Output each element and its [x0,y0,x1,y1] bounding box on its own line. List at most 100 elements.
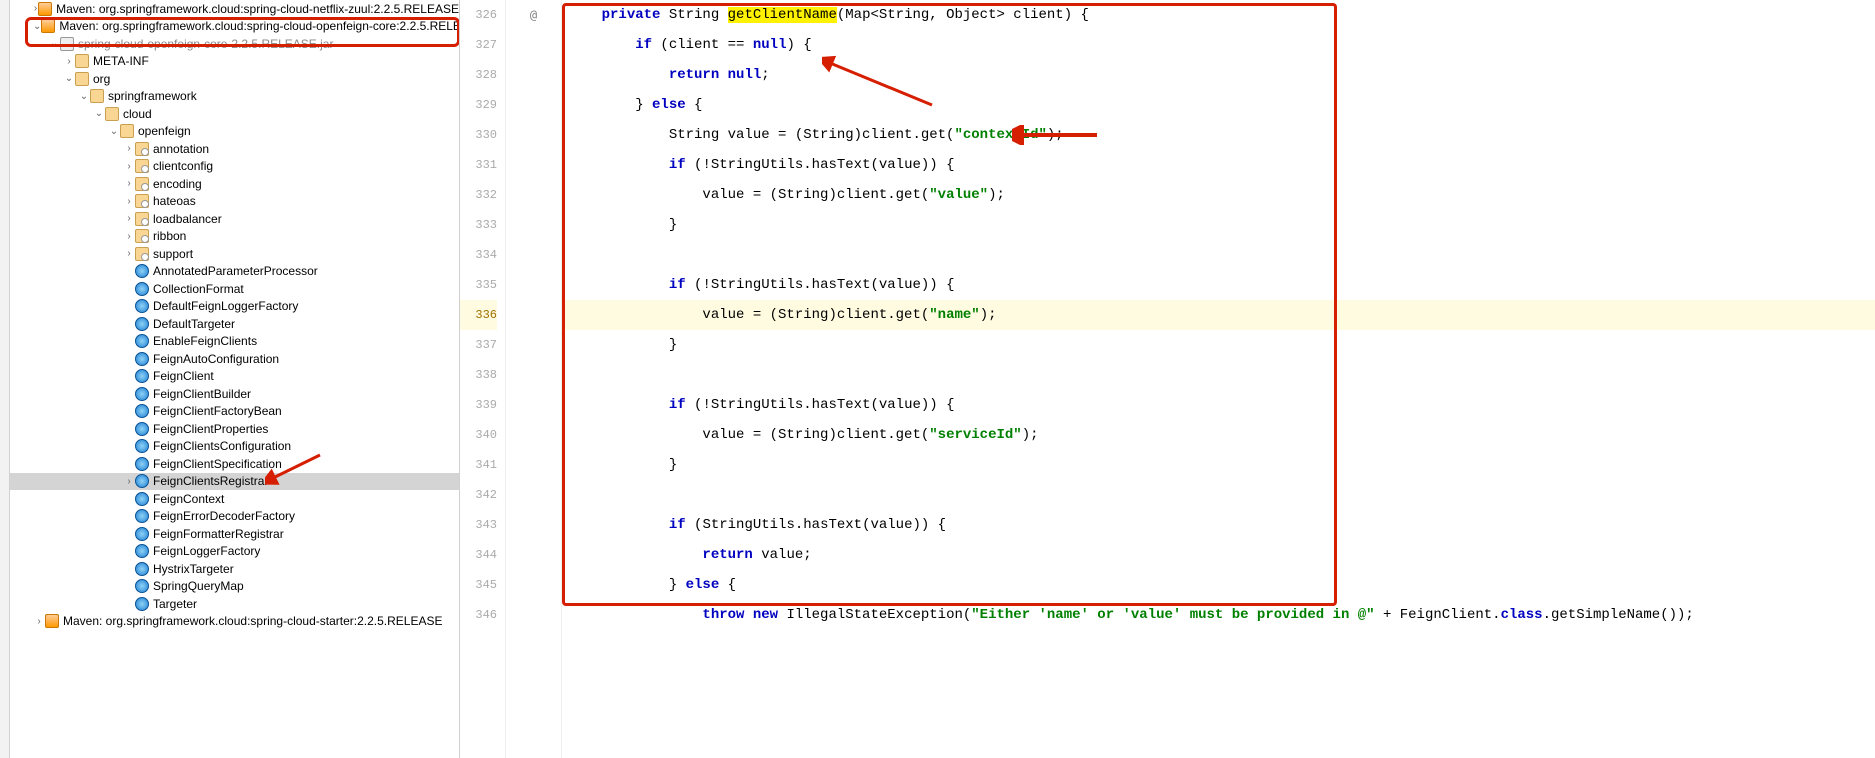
tree-label: encoding [153,177,202,191]
code-line[interactable]: } [562,450,1875,480]
token-plain: } [568,337,677,353]
tree-item-feigncontext[interactable]: FeignContext [10,490,459,508]
tree-item-enablefeignclients[interactable]: EnableFeignClients [10,333,459,351]
tree-item-hystrixtargeter[interactable]: HystrixTargeter [10,560,459,578]
chevron-right-icon[interactable]: › [63,56,75,67]
chevron-down-icon[interactable]: ⌄ [78,91,90,102]
tree-item-meta-inf[interactable]: ›META-INF [10,53,459,71]
code-editor[interactable]: 3263273283293303313323333343353363373383… [460,0,1875,758]
code-line[interactable]: if (!StringUtils.hasText(value)) { [562,390,1875,420]
tree-item-feignclientbuilder[interactable]: FeignClientBuilder [10,385,459,403]
code-area[interactable]: private String getClientName(Map<String,… [562,0,1875,758]
tree-item-springframework[interactable]: ⌄springframework [10,88,459,106]
token-kw: if [669,397,686,413]
code-line[interactable]: return value; [562,540,1875,570]
tree-item-spring-cloud-openfeign-core-2-2-5-releas[interactable]: ⌄spring-cloud-openfeign-core-2.2.5.RELEA… [10,35,459,53]
code-line[interactable]: return null; [562,60,1875,90]
chevron-down-icon[interactable]: ⌄ [93,108,105,119]
annotation-marker [506,210,561,240]
line-number: 338 [460,360,497,390]
lib-icon [38,2,52,16]
code-line[interactable]: throw new IllegalStateException("Either … [562,600,1875,630]
code-line[interactable]: } else { [562,570,1875,600]
chevron-right-icon[interactable]: › [123,213,135,224]
tree-item-annotation[interactable]: ›annotation [10,140,459,158]
chevron-down-icon[interactable]: ⌄ [63,73,75,84]
tree-label: FeignClientSpecification [153,457,282,471]
tree-item-feignclient[interactable]: FeignClient [10,368,459,386]
class-icon [135,474,149,488]
tree-item-feignclientspecification[interactable]: FeignClientSpecification [10,455,459,473]
tree-item-maven-org-springframework-cloud-spring-c[interactable]: ›Maven: org.springframework.cloud:spring… [10,0,459,18]
tree-item-org[interactable]: ⌄org [10,70,459,88]
code-line[interactable]: value = (String)client.get("name"); [562,300,1875,330]
tree-item-feignautoconfiguration[interactable]: FeignAutoConfiguration [10,350,459,368]
token-plain: (client == [652,37,753,53]
tree-label: CollectionFormat [153,282,244,296]
tree-item-feignloggerfactory[interactable]: FeignLoggerFactory [10,543,459,561]
pkg-icon [135,194,149,208]
chevron-down-icon[interactable]: ⌄ [108,126,120,137]
code-line[interactable]: } [562,210,1875,240]
chevron-down-icon[interactable]: ⌄ [48,38,60,49]
class-icon [135,404,149,418]
chevron-right-icon[interactable]: › [33,616,45,627]
tree-item-springquerymap[interactable]: SpringQueryMap [10,578,459,596]
tree-item-targeter[interactable]: Targeter [10,595,459,613]
tree-item-support[interactable]: ›support [10,245,459,263]
tree-item-cloud[interactable]: ⌄cloud [10,105,459,123]
chevron-right-icon[interactable]: › [123,196,135,207]
line-number: 340 [460,420,497,450]
tree-item-feignclientfactorybean[interactable]: FeignClientFactoryBean [10,403,459,421]
code-line[interactable]: } [562,330,1875,360]
tree-item-feignclientsconfiguration[interactable]: FeignClientsConfiguration [10,438,459,456]
tree-item-feignclientproperties[interactable]: FeignClientProperties [10,420,459,438]
tree-item-encoding[interactable]: › encoding [10,175,459,193]
tree-item-maven-org-springframework-cloud-spring-c[interactable]: ›Maven: org.springframework.cloud:spring… [10,613,459,631]
code-line[interactable] [562,360,1875,390]
tree-item-maven-org-springframework-cloud-spring-c[interactable]: ⌄Maven: org.springframework.cloud:spring… [10,18,459,36]
code-line[interactable]: } else { [562,90,1875,120]
tree-item-defaultfeignloggerfactory[interactable]: DefaultFeignLoggerFactory [10,298,459,316]
tree-item-loadbalancer[interactable]: ›loadbalancer [10,210,459,228]
tree-item-hateoas[interactable]: ›hateoas [10,193,459,211]
tree-item-feignformatterregistrar[interactable]: FeignFormatterRegistrar [10,525,459,543]
tree-label: FeignClient [153,369,214,383]
token-plain [568,157,669,173]
tree-item-defaulttargeter[interactable]: DefaultTargeter [10,315,459,333]
chevron-right-icon[interactable]: › [123,161,135,172]
code-line[interactable]: private String getClientName(Map<String,… [562,0,1875,30]
tree-item-collectionformat[interactable]: CollectionFormat [10,280,459,298]
code-line[interactable] [562,240,1875,270]
tree-item-clientconfig[interactable]: ›clientconfig [10,158,459,176]
token-str: "serviceId" [929,427,1021,443]
token-kw: if [669,517,686,533]
annotation-marker [506,390,561,420]
project-tree[interactable]: ›Maven: org.springframework.cloud:spring… [10,0,460,758]
tree-item-ribbon[interactable]: ›ribbon [10,228,459,246]
code-line[interactable] [562,480,1875,510]
tree-item-feignclientsregistrar[interactable]: ›FeignClientsRegistrar [10,473,459,491]
code-line[interactable]: value = (String)client.get("serviceId"); [562,420,1875,450]
chevron-right-icon[interactable]: › [123,178,135,189]
chevron-right-icon[interactable]: › [123,476,135,487]
tree-item-annotatedparameterprocessor[interactable]: AnnotatedParameterProcessor [10,263,459,281]
jar-icon [60,37,74,51]
code-line[interactable]: value = (String)client.get("value"); [562,180,1875,210]
code-line[interactable]: if (client == null) { [562,30,1875,60]
chevron-down-icon[interactable]: ⌄ [33,21,41,32]
code-line[interactable]: String value = (String)client.get("conte… [562,120,1875,150]
line-number: 333 [460,210,497,240]
tree-item-openfeign[interactable]: ⌄openfeign [10,123,459,141]
tree-label: FeignErrorDecoderFactory [153,509,295,523]
annotation-marker [506,150,561,180]
chevron-right-icon[interactable]: › [123,231,135,242]
chevron-right-icon[interactable]: › [123,248,135,259]
token-plain: + FeignClient. [1375,607,1501,623]
tree-item-feignerrordecoderfactory[interactable]: FeignErrorDecoderFactory [10,508,459,526]
code-line[interactable]: if (!StringUtils.hasText(value)) { [562,150,1875,180]
code-line[interactable]: if (!StringUtils.hasText(value)) { [562,270,1875,300]
token-plain: ); [1022,427,1039,443]
chevron-right-icon[interactable]: › [123,143,135,154]
code-line[interactable]: if (StringUtils.hasText(value)) { [562,510,1875,540]
